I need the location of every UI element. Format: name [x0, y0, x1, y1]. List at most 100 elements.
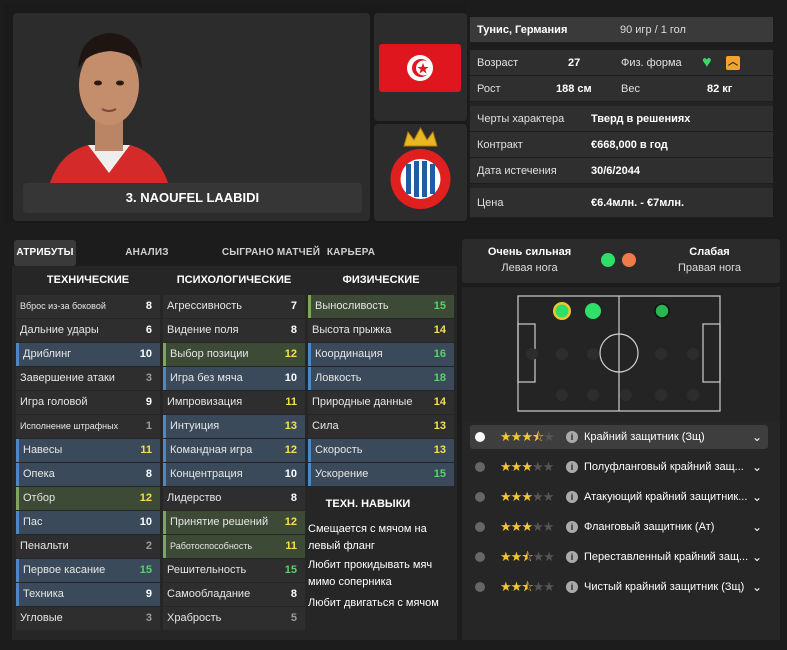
radio-icon[interactable]: [475, 522, 485, 532]
height-label: Рост: [477, 83, 501, 95]
radio-icon[interactable]: [475, 462, 485, 472]
info-icon[interactable]: i: [566, 521, 578, 533]
attribute-value: 8: [145, 468, 152, 480]
info-row-expiry: Дата истечения 30/6/2044: [470, 158, 773, 184]
position-row[interactable]: ★★★⯪★ i Крайний защитник (Зщ) ⌄: [470, 425, 768, 449]
position-row[interactable]: ★★★★★ i Полуфланговый крайний защ... ⌄: [470, 455, 768, 479]
attribute-row[interactable]: Исполнение штрафных 1: [16, 415, 160, 438]
attribute-row[interactable]: Техника 9: [16, 583, 160, 606]
info-icon[interactable]: i: [566, 581, 578, 593]
right-foot-level: Слабая: [689, 246, 730, 258]
attribute-row[interactable]: Выбор позиции 12: [163, 343, 305, 366]
attribute-value: 14: [433, 324, 446, 336]
attribute-row[interactable]: Опека 8: [16, 463, 160, 486]
radio-icon[interactable]: [475, 432, 485, 442]
attribute-row[interactable]: Выносливость 15: [308, 295, 454, 318]
radio-icon[interactable]: [475, 492, 485, 502]
position-row[interactable]: ★★⯪★★ i Переставленный крайний защ... ⌄: [470, 545, 768, 569]
attribute-value: 9: [145, 588, 152, 600]
chevron-down-icon[interactable]: ⌄: [752, 425, 762, 449]
physical-heading: ФИЗИЧЕСКИЕ: [342, 274, 420, 286]
chevron-down-icon[interactable]: ⌄: [752, 455, 762, 479]
player-portrait: [38, 13, 180, 189]
attribute-row[interactable]: Сила 13: [308, 415, 454, 438]
tab-matches[interactable]: СЫГРАНО МАТЧЕЙ: [221, 240, 321, 266]
attribute-row[interactable]: Ловкость 18: [308, 367, 454, 390]
attribute-row[interactable]: Концентрация 10: [163, 463, 305, 486]
attribute-row[interactable]: Интуиция 13: [163, 415, 305, 438]
fitness-label: Физ. форма: [621, 57, 682, 69]
tab-attributes[interactable]: АТРИБУТЫ: [14, 240, 76, 266]
chevron-down-icon[interactable]: ⌄: [752, 485, 762, 509]
attribute-row[interactable]: Принятие решений 12: [163, 511, 305, 534]
attribute-row[interactable]: Отбор 12: [16, 487, 160, 510]
attribute-row[interactable]: Вброс из-за боковой 8: [16, 295, 160, 318]
club-crest-card[interactable]: [374, 124, 467, 221]
attribute-row[interactable]: Видение поля 8: [163, 319, 305, 342]
attribute-row[interactable]: Пас 10: [16, 511, 160, 534]
attribute-row[interactable]: Игра без мяча 10: [163, 367, 305, 390]
price-label: Цена: [477, 197, 504, 209]
attribute-value: 10: [139, 348, 152, 360]
radio-icon[interactable]: [475, 582, 485, 592]
attribute-row[interactable]: Первое касание 15: [16, 559, 160, 582]
position-label: Крайний защитник (Зщ): [584, 431, 705, 443]
attribute-value: 6: [145, 324, 152, 336]
attribute-row[interactable]: Навесы 11: [16, 439, 160, 462]
attribute-row[interactable]: Скорость 13: [308, 439, 454, 462]
position-row[interactable]: ★★⯪★★ i Чистый крайний защитник (Зщ) ⌄: [470, 575, 768, 599]
attribute-row[interactable]: Агрессивность 7: [163, 295, 305, 318]
attribute-value: 15: [284, 564, 297, 576]
info-row-nationality: Тунис, Германия 90 игр / 1 гол: [470, 17, 773, 43]
attribute-row[interactable]: Дриблинг 10: [16, 343, 160, 366]
attribute-label: Игра без мяча: [170, 372, 243, 384]
attribute-row[interactable]: Импровизация 11: [163, 391, 305, 414]
chevron-down-icon[interactable]: ⌄: [752, 575, 762, 599]
attribute-row[interactable]: Ускорение 15: [308, 463, 454, 486]
position-row[interactable]: ★★★★★ i Атакующий крайний защитник... ⌄: [470, 485, 768, 509]
attribute-label: Координация: [315, 348, 383, 360]
attribute-row[interactable]: Угловые 3: [16, 607, 160, 630]
chevron-up-icon[interactable]: ︿: [726, 56, 740, 70]
attribute-label: Ускорение: [315, 468, 369, 480]
attribute-row[interactable]: Высота прыжка 14: [308, 319, 454, 342]
position-label: Чистый крайний защитник (Зщ): [584, 581, 745, 593]
attribute-label: Сила: [312, 420, 339, 432]
contract-value: €668,000 в год: [591, 139, 668, 151]
attribute-row[interactable]: Решительность 15: [163, 559, 305, 582]
attribute-label: Импровизация: [167, 396, 243, 408]
info-icon[interactable]: i: [566, 551, 578, 563]
chevron-down-icon[interactable]: ⌄: [752, 515, 762, 539]
nation-flag-card[interactable]: [374, 13, 467, 121]
attribute-row[interactable]: Лидерство 8: [163, 487, 305, 510]
tech-skill-item: Любит двигаться с мячом: [308, 597, 439, 609]
radio-icon[interactable]: [475, 552, 485, 562]
attribute-value: 10: [284, 468, 297, 480]
chevron-down-icon[interactable]: ⌄: [752, 545, 762, 569]
tab-analysis[interactable]: АНАЛИЗ ХАРАКТЕРИСТИК: [80, 240, 214, 284]
attribute-row[interactable]: Пенальти 2: [16, 535, 160, 558]
attribute-value: 8: [290, 588, 297, 600]
attribute-row[interactable]: Командная игра 12: [163, 439, 305, 462]
info-icon[interactable]: i: [566, 461, 578, 473]
info-icon[interactable]: i: [566, 491, 578, 503]
position-row[interactable]: ★★★★★ i Фланговый защитник (Ат) ⌄: [470, 515, 768, 539]
attribute-row[interactable]: Дальние удары 6: [16, 319, 160, 342]
attribute-row[interactable]: Работоспособность 11: [163, 535, 305, 558]
attribute-row[interactable]: Игра головой 9: [16, 391, 160, 414]
right-foot-label: Правая нога: [677, 262, 742, 274]
attribute-label: Ловкость: [315, 372, 362, 384]
attribute-label: Пенальти: [20, 540, 69, 552]
attribute-value: 12: [284, 348, 297, 360]
attribute-row[interactable]: Природные данные 14: [308, 391, 454, 414]
attribute-label: Природные данные: [312, 396, 413, 408]
attribute-row[interactable]: Координация 16: [308, 343, 454, 366]
attribute-row[interactable]: Храбрость 5: [163, 607, 305, 630]
tab-career[interactable]: КАРЬЕРА: [326, 240, 376, 266]
attribute-row[interactable]: Завершение атаки 3: [16, 367, 160, 390]
attribute-label: Видение поля: [167, 324, 239, 336]
weight-value: 82 кг: [707, 83, 733, 95]
info-icon[interactable]: i: [566, 431, 578, 443]
attribute-row[interactable]: Самообладание 8: [163, 583, 305, 606]
technical-heading: ТЕХНИЧЕСКИЕ: [46, 274, 130, 286]
